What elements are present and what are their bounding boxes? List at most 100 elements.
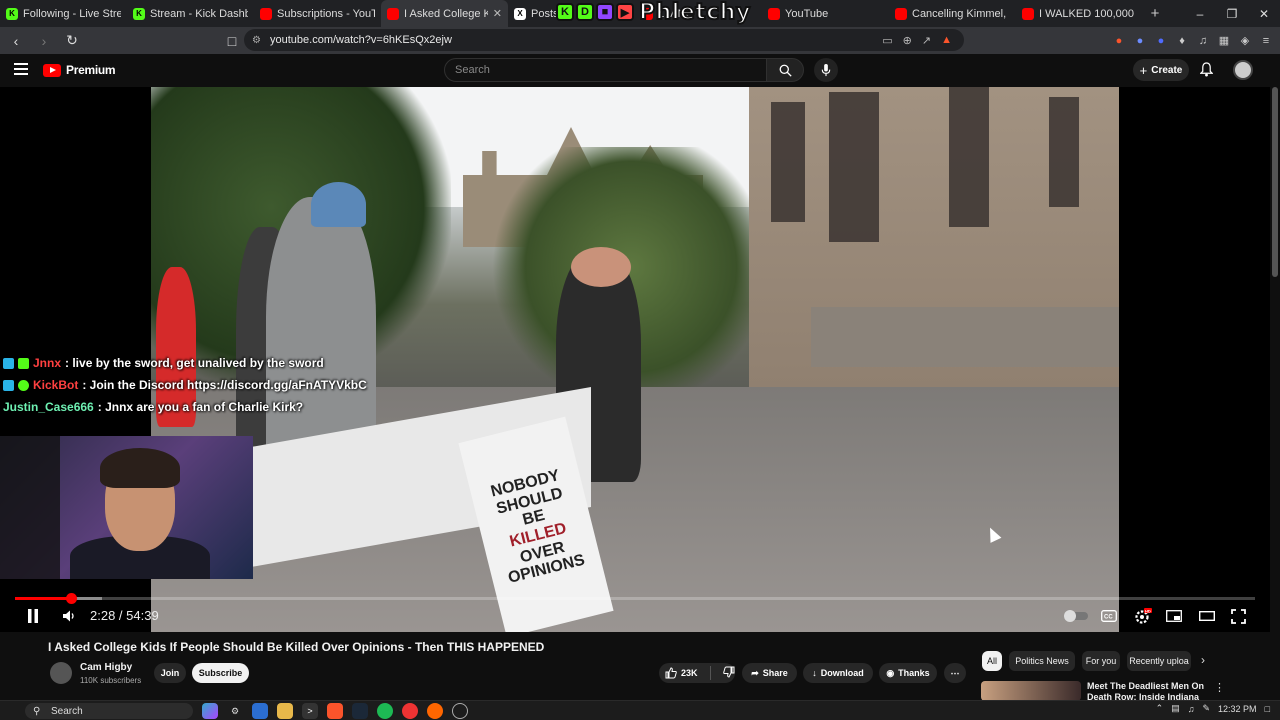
app-icon[interactable] [427,703,443,719]
volume-tray-icon[interactable]: ♫ [1188,704,1195,714]
subscribe-button[interactable]: Subscribe [192,663,249,683]
minimize-icon[interactable]: – [1184,0,1216,27]
channel-avatar[interactable] [50,662,72,684]
youtube-play-icon [43,63,61,77]
dislike-button[interactable] [722,666,735,680]
browser-tab[interactable]: K Following - Live Streams o [0,0,127,27]
recommended-thumbnail[interactable] [981,681,1081,701]
extension-icon[interactable]: ● [1155,35,1167,47]
puzzle-icon[interactable]: ♦ [1176,35,1188,47]
taskbar-apps: ⚙ > [202,703,468,719]
pause-button[interactable] [26,606,40,626]
clock[interactable]: 12:32 PM [1218,704,1257,714]
tray-expand-icon[interactable]: ⌃ [1156,703,1164,714]
new-tab-button[interactable]: + [1143,5,1167,22]
brave-shield-icon[interactable]: ▲ [941,34,952,47]
bookmark-icon[interactable]: □ [222,33,242,49]
share-button[interactable]: ➦ Share [742,663,797,683]
extension-icon[interactable]: ● [1134,35,1146,47]
address-bar-row: ‹ › ↻ □ ⚙ youtube.com/watch?v=6hKEsQx2ej… [0,27,1280,54]
download-button[interactable]: ↓ Download [803,663,873,683]
create-button[interactable]: + Create [1133,59,1189,81]
search-input[interactable]: Search [444,58,767,82]
spotify-icon[interactable] [377,703,393,719]
chat-message: Jnnx : live by the sword, get unalived b… [3,352,367,374]
cast-icon[interactable]: ▭ [882,34,892,47]
chip-politics-news[interactable]: Politics News [1009,651,1075,671]
settings-app-icon[interactable]: ⚙ [227,703,243,719]
miniplayer-button[interactable] [1166,606,1182,626]
steam-icon[interactable] [352,703,368,719]
seek-knob[interactable] [65,593,77,604]
notifications-button[interactable] [1199,62,1214,82]
copilot-icon[interactable] [202,703,218,719]
browser-tab[interactable]: I Asked College Ki ✕ [381,0,508,27]
terminal-icon[interactable]: > [302,703,318,719]
browser-tab[interactable]: I WALKED 100,000 STEPS [1016,0,1143,27]
store-icon[interactable] [252,703,268,719]
wallet-icon[interactable]: ◈ [1239,35,1251,47]
fullscreen-button[interactable] [1231,606,1246,626]
seek-bar[interactable] [15,593,1255,604]
join-button[interactable]: Join [154,663,186,683]
file-explorer-icon[interactable] [277,703,293,719]
recommended-title[interactable]: Meet The Deadliest Men On Death Row: Ins… [1087,681,1207,701]
back-icon[interactable]: ‹ [6,33,26,49]
site-info-icon[interactable]: ⚙ [252,35,261,46]
subscriber-count: 110K subscribers [80,676,142,685]
forward-icon[interactable]: › [34,33,54,49]
thanks-button[interactable]: ◉ Thanks [879,663,937,683]
media-icon[interactable]: ♫ [1197,35,1209,47]
menu-icon[interactable]: ≡ [1260,35,1272,47]
autoplay-toggle[interactable] [1064,606,1088,626]
volume-button[interactable] [62,606,76,626]
subtitles-button[interactable]: CC [1101,606,1117,626]
close-window-icon[interactable]: ✕ [1248,0,1280,27]
restore-icon[interactable]: ❐ [1216,0,1248,27]
video-player[interactable]: NOBODY SHOULD BE KILLED OVER OPINIONS Jn… [0,87,1270,632]
svg-text:HD: HD [1145,608,1151,613]
zoom-icon[interactable]: ⊕ [903,34,912,47]
more-actions-button[interactable]: ⋯ [944,663,966,683]
chip-all[interactable]: All [982,651,1002,671]
account-avatar[interactable] [1233,60,1253,80]
browser-tab[interactable]: K Stream - Kick Dashboard [127,0,254,27]
svg-text:CC: CC [1104,615,1113,621]
extension-icon[interactable]: ● [1113,35,1125,47]
voice-search-button[interactable] [814,58,838,82]
download-label: Download [820,668,864,678]
browser-tab[interactable]: Subscriptions - YouTube [254,0,381,27]
reload-icon[interactable]: ↻ [62,32,82,49]
chip-for-you[interactable]: For you [1082,651,1120,671]
chip-recently-uploaded[interactable]: Recently uploa [1127,651,1191,671]
share-url-icon[interactable]: ↗ [922,34,931,47]
page-scrollbar[interactable] [1272,87,1278,277]
channel-name[interactable]: Cam Higby [80,662,132,673]
brave-icon[interactable] [327,703,343,719]
settings-button[interactable]: HD [1134,606,1152,626]
sidebar-icon[interactable]: ▦ [1218,35,1230,47]
youtube-logo[interactable]: Premium [43,63,116,77]
app-icon[interactable] [402,703,418,719]
network-icon[interactable]: ▤ [1171,703,1180,714]
browser-tab[interactable]: Cancelling Kimmel, Fired [889,0,1016,27]
app-icon[interactable] [452,703,468,719]
tab-favicon-icon [895,7,907,20]
extensions-bar: ● ● ● ♦ ♫ ▦ ◈ ≡ [1113,35,1272,48]
chat-username: Justin_Case666 [3,400,94,414]
chip-next-icon[interactable]: › [1201,653,1205,667]
search-button[interactable] [766,58,804,82]
thanks-label: Thanks [898,668,930,678]
tab-close-icon[interactable]: ✕ [493,7,502,20]
taskbar-search[interactable]: ⚲ Search [25,703,193,719]
played-bar [15,597,71,600]
like-button[interactable]: 23K [665,667,698,679]
url-field[interactable]: ⚙ youtube.com/watch?v=6hKEsQx2ejw ▭ ⊕ ↗ … [244,29,964,51]
notification-center-icon[interactable]: □ [1265,704,1270,714]
window-controls: – ❐ ✕ [1184,0,1280,27]
browser-tab[interactable]: YouTube [762,0,889,27]
hamburger-menu-icon[interactable] [14,63,28,78]
pen-icon[interactable]: ✎ [1202,703,1210,714]
recommended-menu-icon[interactable]: ⋮ [1214,681,1225,694]
theater-mode-button[interactable] [1199,606,1215,626]
